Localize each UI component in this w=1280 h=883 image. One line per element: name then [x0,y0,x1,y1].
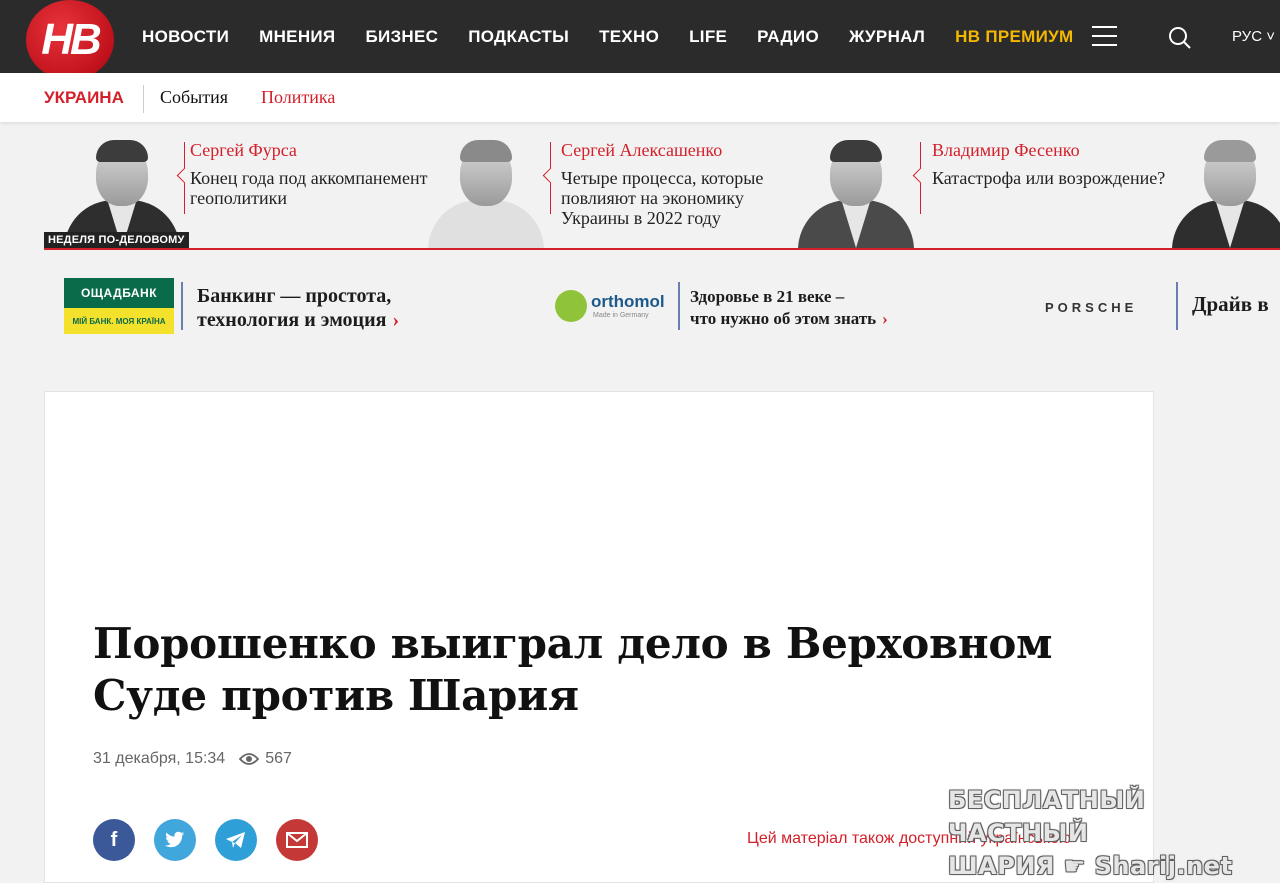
nav-podcasts[interactable]: ПОДКАСТЫ [468,27,569,47]
orthomol-sub: Made in Germany [593,312,649,319]
partner-text-line: Банкинг — простота, [197,285,392,307]
oschadbank-logo-text: ОЩАДБАНК [64,278,174,308]
opinion-title[interactable]: Конец года под аккомпанемент геополитики [190,168,430,208]
nav-radio[interactable]: РАДИО [757,27,819,47]
author-photo [1164,138,1280,248]
eye-icon [239,753,260,765]
orthomol-logo[interactable]: orthomol Made in Germany [555,290,675,324]
partner-promo-orthomol[interactable]: Здоровье в 21 веке – что нужно об этом з… [690,286,888,330]
article-title: Порошенко выиграл дело в Верховном Суде … [93,619,1053,720]
menu-icon[interactable] [1092,26,1117,46]
email-share-button[interactable] [276,819,318,861]
watermark-line: БЕСПЛАТНЫЙ ЧАСТНЫЙ [948,786,1146,847]
nav-life[interactable]: LIFE [689,27,727,47]
partner-divider [181,282,183,330]
partner-divider [1176,282,1178,330]
article-meta: 31 декабря, 15:34 567 [93,750,292,768]
opinion-tag: НЕДЕЛЯ ПО-ДЕЛОВОМУ [44,232,189,248]
partner-text-line: Здоровье в 21 веке – [690,287,845,306]
watermark-line: ШАРИЯ [948,852,1055,880]
partner-text-line: технология и эмоция [197,309,387,331]
nav-magazine[interactable]: ЖУРНАЛ [849,27,925,47]
opinion-item[interactable]: Сергей Алексашенко Четыре процесса, кото… [414,138,784,248]
opinions-strip: НЕДЕЛЯ ПО-ДЕЛОВОМУ Сергей Фурса Конец го… [44,138,1280,250]
watermark: БЕСПЛАТНЫЙ ЧАСТНЫЙ ШАРИЯ ☛ Sharij.net [948,784,1248,883]
nav-techno[interactable]: ТЕХНО [599,27,659,47]
twitter-icon [165,831,184,848]
section-subnav: УКРАИНА События Политика [0,73,1280,122]
pointing-hand-icon: ☛ [1063,852,1086,880]
chevron-right-icon: › [882,309,888,328]
search-icon[interactable] [1168,26,1192,50]
partner-promo-porsche[interactable]: Драйв в [1192,292,1269,317]
nav-opinions[interactable]: МНЕНИЯ [259,27,335,47]
telegram-share-button[interactable] [215,819,257,861]
facebook-share-button[interactable]: f [93,819,135,861]
view-count: 567 [265,750,292,767]
opinion-item[interactable]: Владимир Фесенко Катастрофа или возрожде… [784,138,1165,248]
top-navigation-bar: НВ НОВОСТИ МНЕНИЯ БИЗНЕС ПОДКАСТЫ ТЕХНО … [0,0,1280,80]
nav-business[interactable]: БИЗНЕС [365,27,438,47]
twitter-share-button[interactable] [154,819,196,861]
nv-logo[interactable]: НВ [26,0,114,80]
opinion-title[interactable]: Катастрофа или возрождение? [932,168,1172,188]
porsche-logo[interactable]: PORSCHE [1045,300,1137,315]
facebook-icon: f [110,828,118,851]
subnav-events[interactable]: События [160,87,228,108]
main-nav: НОВОСТИ МНЕНИЯ БИЗНЕС ПОДКАСТЫ ТЕХНО LIF… [142,0,1103,73]
oschadbank-slogan: МІЙ БАНК. МОЯ КРАЇНА [64,308,174,334]
language-selector[interactable]: РУС ˅ [1232,28,1275,45]
partner-divider [678,282,680,330]
opinion-author[interactable]: Владимир Фесенко [932,140,1080,161]
article-date: 31 декабря, 15:34 [93,750,226,767]
mail-icon [286,832,308,848]
nav-news[interactable]: НОВОСТИ [142,27,229,47]
chevron-right-icon: › [392,309,400,331]
author-photo [790,138,920,248]
watermark-line: Sharij.net [1094,852,1233,880]
share-buttons: f [93,819,337,861]
partner-text-line: что нужно об этом знать [690,309,877,328]
opinion-item[interactable] [1154,138,1280,248]
opinion-title[interactable]: Четыре процесса, которые повлияют на эко… [561,168,801,228]
opinion-author[interactable]: Сергей Фурса [190,140,297,161]
opinion-author[interactable]: Сергей Алексашенко [561,140,722,161]
oschadbank-logo[interactable]: ОЩАДБАНК МІЙ БАНК. МОЯ КРАЇНА [64,278,174,334]
orthomol-logo-text: orthomol [591,292,665,311]
subnav-politics[interactable]: Политика [261,87,335,108]
nav-premium[interactable]: НВ ПРЕМИУМ [955,27,1073,47]
author-photo [420,138,550,248]
opinion-item[interactable]: НЕДЕЛЯ ПО-ДЕЛОВОМУ Сергей Фурса Конец го… [44,138,427,248]
partner-promo-oschadbank[interactable]: Банкинг — простота, технология и эмоция › [197,284,399,332]
telegram-icon [226,832,245,848]
divider-chevron [920,142,932,214]
subnav-divider [143,85,144,113]
section-ukraine[interactable]: УКРАИНА [44,88,124,108]
